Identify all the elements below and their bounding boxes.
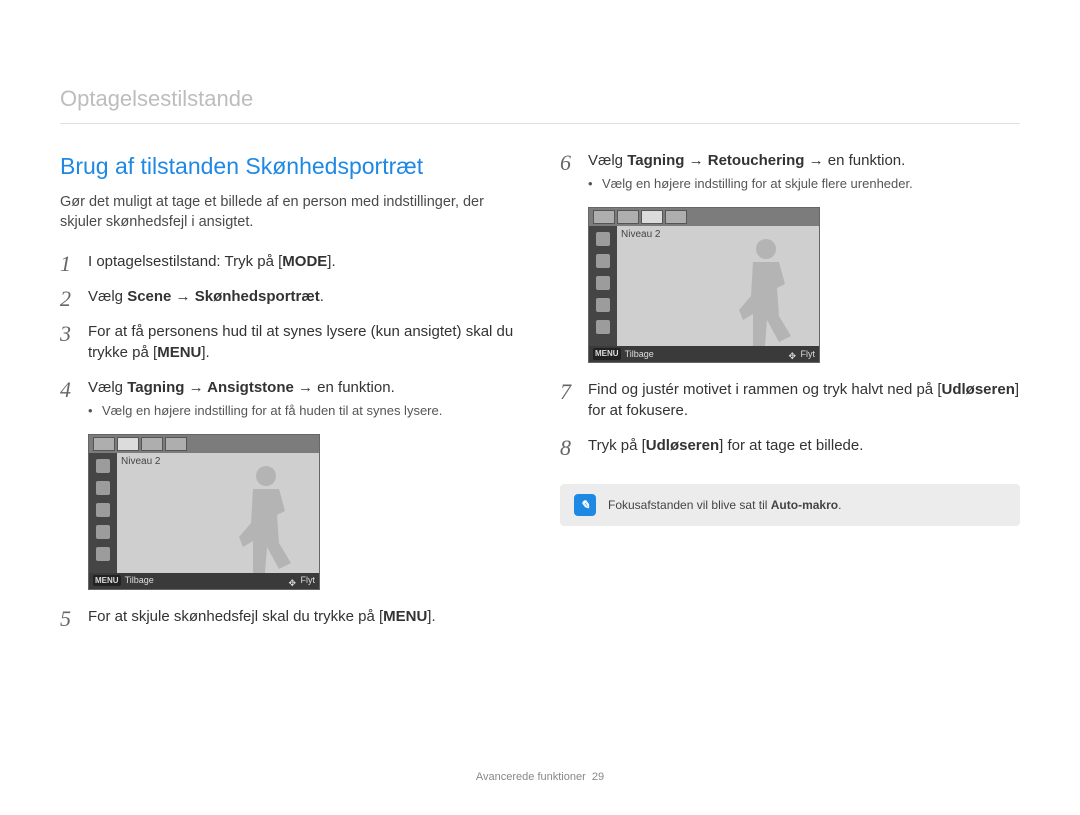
menu-icon: MENU [93,575,121,586]
step-text-end: ]. [427,608,435,625]
step-2: Vælg Scene → Skønhedsportræt. [60,286,520,307]
section-title: Brug af tilstanden Skønhedsportræt [60,150,520,182]
step-text: I optagelsestilstand: Tryk på [ [88,253,282,270]
camera-main: Niveau 2 [117,453,319,573]
camera-bottom-bar: MENU Tilbage Flyt [589,346,819,362]
side-icon [596,298,610,312]
side-icon [96,547,110,561]
camera-side-icons [589,226,617,346]
steps-list-right: Vælg Tagning → Retouchering → en funktio… [560,150,1020,193]
camera-bottom-bar: MENU Tilbage Flyt [89,573,319,589]
side-icon [96,503,110,517]
intro-text: Gør det muligt at tage et billede af en … [60,192,520,233]
note-text-bold: Auto-makro [771,498,838,512]
camera-preview-2: Niveau 2 MENU Tilbage Flyt [588,207,820,363]
key-menu: MENU [383,608,427,625]
columns: Brug af tilstanden Skønhedsportræt Gør d… [60,150,1020,641]
option-icon [141,437,163,451]
level-label: Niveau 2 [121,455,160,469]
footer-label: Avancerede funktioner [476,771,586,783]
step-text-end: → en funktion. [294,379,395,396]
step-6: Vælg Tagning → Retouchering → en funktio… [560,150,1020,193]
key-mode: MODE [282,253,327,270]
steps-list-left-cont: For at skjule skønhedsfejl skal du trykk… [60,606,520,627]
side-icon [596,276,610,290]
side-icon [596,320,610,334]
option-icon [165,437,187,451]
level-label: Niveau 2 [621,228,660,242]
step-text: Vælg [588,152,627,169]
key-menu: MENU [157,344,201,361]
option-icon [617,210,639,224]
page-footer: Avancerede funktioner 29 [0,770,1080,785]
option-icon [665,210,687,224]
move-label: Flyt [801,348,816,361]
note-icon: ✎ [574,494,596,516]
step-4-sub: Vælg en højere indstilling for at få hud… [88,402,520,420]
back-label: Tilbage [125,574,154,587]
camera-top-icons [89,435,319,453]
option-icon [593,210,615,224]
step-1: I optagelsestilstand: Tryk på [MODE]. [60,251,520,272]
option-icon-selected [641,210,663,224]
step-text: Vælg [88,288,127,305]
camera-main: Niveau 2 [617,226,819,346]
bold-shutter: Udløseren [942,381,1015,398]
step-3: For at få personens hud til at synes lys… [60,321,520,363]
step-text: For at skjule skønhedsfejl skal du trykk… [88,608,383,625]
person-silhouette-icon [231,461,301,573]
note-text-b: . [838,498,841,512]
right-column: Vælg Tagning → Retouchering → en funktio… [560,150,1020,641]
option-icon-selected [117,437,139,451]
breadcrumb: Optagelsestilstande [60,84,1020,124]
step-text-end: → en funktion. [804,152,905,169]
footer-page-number: 29 [592,771,604,783]
step-text: Tryk på [ [588,437,646,454]
bold-path: Scene → Skønhedsportræt [127,288,320,305]
side-icon [96,525,110,539]
nav-diamond-icon [789,350,797,358]
step-text-end: ] for at tage et billede. [719,437,863,454]
nav-diamond-icon [289,577,297,585]
camera-preview-1: Niveau 2 MENU Tilbage Flyt [88,434,320,590]
step-text: Find og justér motivet i rammen og tryk … [588,381,942,398]
note-box: ✎ Fokusafstanden vil blive sat til Auto-… [560,484,1020,526]
side-icon [96,459,110,473]
step-7: Find og justér motivet i rammen og tryk … [560,379,1020,421]
bold-path: Tagning → Retouchering [627,152,804,169]
steps-list-left: I optagelsestilstand: Tryk på [MODE]. Væ… [60,251,520,420]
note-text: Fokusafstanden vil blive sat til Auto-ma… [608,497,841,514]
step-text: For at få personens hud til at synes lys… [88,323,513,361]
bold-path: Tagning → Ansigtstone [127,379,294,396]
bold-shutter: Udløseren [646,437,719,454]
step-8: Tryk på [Udløseren] for at tage et bille… [560,435,1020,456]
left-column: Brug af tilstanden Skønhedsportræt Gør d… [60,150,520,641]
step-text: Vælg [88,379,127,396]
camera-top-icons [589,208,819,226]
camera-side-icons [89,453,117,573]
option-icon [93,437,115,451]
camera-body: Niveau 2 [589,226,819,346]
back-label: Tilbage [625,348,654,361]
person-silhouette-icon [731,234,801,346]
steps-list-right-cont: Find og justér motivet i rammen og tryk … [560,379,1020,456]
side-icon [596,254,610,268]
menu-icon: MENU [593,348,621,359]
side-icon [96,481,110,495]
step-text-end: ]. [201,344,209,361]
note-text-a: Fokusafstanden vil blive sat til [608,498,771,512]
side-icon [596,232,610,246]
step-5: For at skjule skønhedsfejl skal du trykk… [60,606,520,627]
page: Optagelsestilstande Brug af tilstanden S… [0,0,1080,815]
camera-body: Niveau 2 [89,453,319,573]
step-4: Vælg Tagning → Ansigtstone → en funktion… [60,377,520,420]
move-label: Flyt [301,574,316,587]
step-text-end: ]. [327,253,335,270]
step-text-end: . [320,288,324,305]
step-6-sub: Vælg en højere indstilling for at skjule… [588,175,1020,193]
